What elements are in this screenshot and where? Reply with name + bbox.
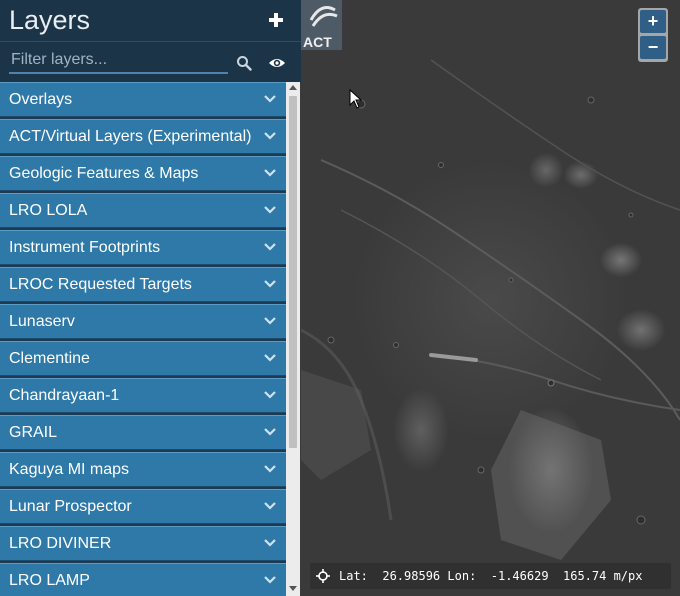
zoom-in-button[interactable]: + xyxy=(640,10,666,33)
chevron-down-icon[interactable] xyxy=(264,428,276,436)
lat-value: 26.98596 xyxy=(382,569,441,583)
layer-group-label: Chandrayaan-1 xyxy=(9,387,120,404)
zoom-controls: + − xyxy=(638,8,668,62)
lunar-map[interactable]: ACT xyxy=(301,0,680,596)
layer-group-row[interactable]: LROC Requested Targets xyxy=(0,267,286,302)
layer-group-row[interactable]: Overlays xyxy=(0,82,286,117)
act-logo: ACT xyxy=(301,0,342,50)
layer-group-label: Lunar Prospector xyxy=(9,498,132,515)
crosshair-icon[interactable] xyxy=(316,569,330,583)
coordinates-readout: Lat: 26.98596 Lon: -1.46629 165.74 m/px xyxy=(339,569,642,583)
layer-group-label: Kaguya MI maps xyxy=(9,461,130,478)
layer-group-label: LRO DIVINER xyxy=(9,535,112,552)
layer-group-label: ACT/Virtual Layers (Experimental) xyxy=(9,128,252,145)
layer-group-row[interactable]: Geologic Features & Maps xyxy=(0,156,286,191)
chevron-down-icon[interactable] xyxy=(264,95,276,103)
layer-group-label: Clementine xyxy=(9,350,90,367)
scroll-up-arrow[interactable] xyxy=(289,85,297,90)
chevron-down-icon[interactable] xyxy=(264,317,276,325)
chevron-down-icon[interactable] xyxy=(264,280,276,288)
layer-group-label: LRO LAMP xyxy=(9,572,90,589)
layer-group-row[interactable]: ACT/Virtual Layers (Experimental) xyxy=(0,119,286,154)
layer-group-row[interactable]: Kaguya MI maps xyxy=(0,452,286,487)
layer-group-label: GRAIL xyxy=(9,424,58,441)
chevron-down-icon[interactable] xyxy=(264,576,276,584)
filter-row xyxy=(0,42,301,82)
sidebar-title: Layers xyxy=(9,5,91,35)
layer-group-label: LRO LOLA xyxy=(9,202,88,219)
layer-group-row[interactable]: GRAIL xyxy=(0,415,286,450)
layer-group-label: Lunaserv xyxy=(9,313,75,330)
layer-group-row[interactable]: Clementine xyxy=(0,341,286,376)
chevron-down-icon[interactable] xyxy=(264,354,276,362)
add-layer-button[interactable] xyxy=(267,10,285,30)
layer-group-row[interactable]: Instrument Footprints xyxy=(0,230,286,265)
plus-icon xyxy=(269,13,283,27)
filter-layers-input[interactable] xyxy=(9,48,228,74)
layer-group-label: LROC Requested Targets xyxy=(9,276,192,293)
lon-value: -1.46629 xyxy=(490,569,549,583)
scroll-thumb[interactable] xyxy=(289,96,297,448)
search-icon[interactable] xyxy=(236,55,252,71)
layer-group-row[interactable]: LRO LOLA xyxy=(0,193,286,228)
chevron-down-icon[interactable] xyxy=(264,206,276,214)
svg-text:ACT: ACT xyxy=(303,34,332,50)
layer-group-row[interactable]: Lunar Prospector xyxy=(0,489,286,524)
scroll-down-arrow[interactable] xyxy=(289,586,297,591)
mouse-pointer-icon xyxy=(349,89,362,109)
chevron-down-icon[interactable] xyxy=(264,132,276,140)
sidebar-scrollbar[interactable] xyxy=(286,82,300,596)
layer-group-label: Geologic Features & Maps xyxy=(9,165,199,182)
lat-label: Lat: xyxy=(339,569,368,583)
layer-group-row[interactable]: Chandrayaan-1 xyxy=(0,378,286,413)
chevron-down-icon[interactable] xyxy=(264,465,276,473)
chevron-down-icon[interactable] xyxy=(264,243,276,251)
chevron-down-icon[interactable] xyxy=(264,539,276,547)
layer-group-label: Instrument Footprints xyxy=(9,239,161,256)
layer-group-row[interactable]: Lunaserv xyxy=(0,304,286,339)
layer-group-list: Overlays ACT/Virtual Layers (Experimental… xyxy=(0,82,286,596)
chevron-down-icon[interactable] xyxy=(264,391,276,399)
layers-sidebar: Layers Overlays ACT/Virtual Layers (Exper… xyxy=(0,0,301,596)
lon-label: Lon: xyxy=(447,569,477,583)
zoom-out-button[interactable]: − xyxy=(640,36,666,59)
scale-value: 165.74 m/px xyxy=(563,569,643,583)
sidebar-header: Layers xyxy=(0,0,301,42)
layer-group-row[interactable]: LRO DIVINER xyxy=(0,526,286,561)
eye-icon[interactable] xyxy=(268,56,286,70)
coordinates-bar: Lat: 26.98596 Lon: -1.46629 165.74 m/px xyxy=(310,563,671,589)
layer-group-label: Overlays xyxy=(9,91,73,108)
chevron-down-icon[interactable] xyxy=(264,502,276,510)
layer-group-row[interactable]: LRO LAMP xyxy=(0,563,286,596)
chevron-down-icon[interactable] xyxy=(264,169,276,177)
